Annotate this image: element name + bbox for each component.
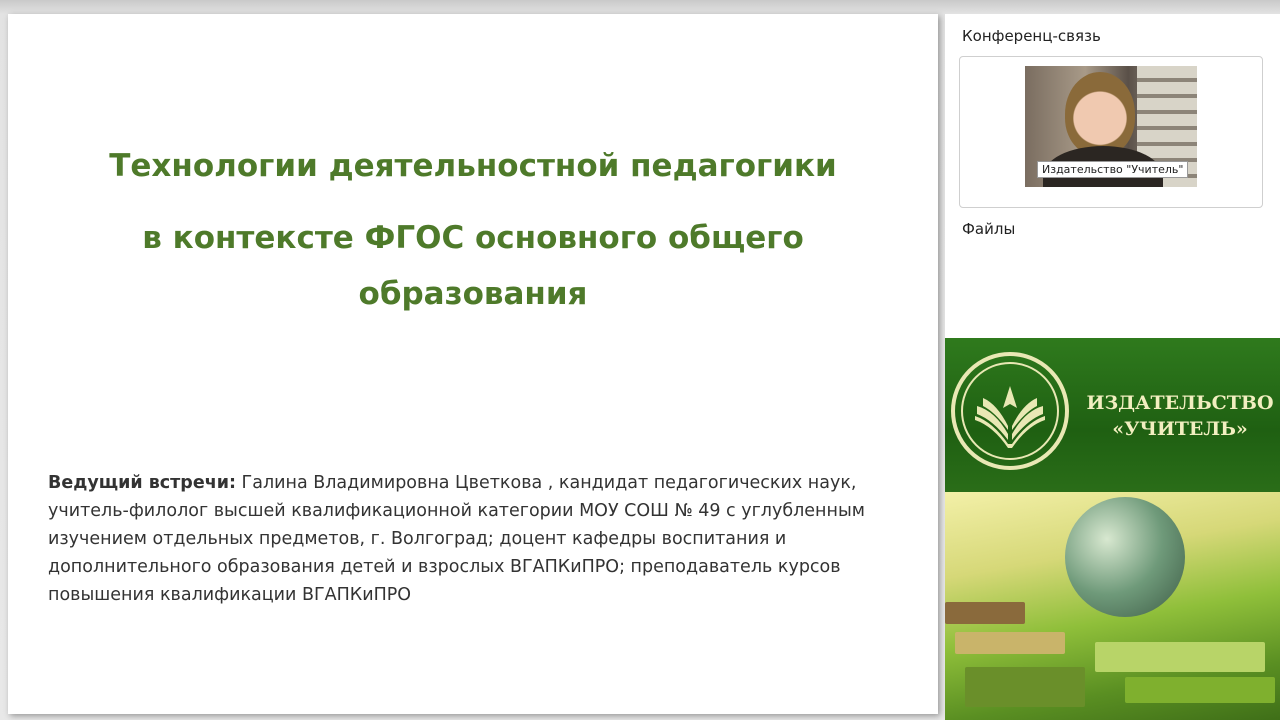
globe-image bbox=[1065, 497, 1185, 617]
book-image bbox=[945, 602, 1025, 624]
slide-title-line-2: в контексте ФГОС основного общего bbox=[142, 220, 804, 256]
video-person-head bbox=[1065, 72, 1135, 156]
publisher-name-line-1: ИЗДАТЕЛЬСТВО bbox=[1086, 392, 1274, 414]
book-image bbox=[1095, 642, 1265, 672]
webinar-window: Технологии деятельностной педагогики в к… bbox=[0, 0, 1280, 720]
webcam-video[interactable]: Издательство "Учитель" bbox=[1025, 66, 1197, 187]
book-image bbox=[1125, 677, 1275, 703]
slide-title-line-3: образования bbox=[358, 276, 588, 312]
book-image bbox=[955, 632, 1065, 654]
publisher-banner: ИЗДАТЕЛЬСТВО «УЧИТЕЛЬ» bbox=[945, 338, 1280, 492]
presenter-info: Ведущий встречи: Галина Владимировна Цве… bbox=[48, 469, 898, 609]
publisher-name-line-2: «УЧИТЕЛЬ» bbox=[1112, 418, 1248, 440]
presentation-slide: Технологии деятельностной педагогики в к… bbox=[8, 14, 938, 714]
video-caption: Издательство "Учитель" bbox=[1037, 161, 1189, 178]
side-panel: Конференц-связь Издательство "Учитель" Ф… bbox=[945, 14, 1280, 338]
presenter-label: Ведущий встречи: bbox=[48, 473, 236, 493]
conference-heading: Конференц-связь bbox=[962, 27, 1101, 45]
files-heading: Файлы bbox=[962, 220, 1016, 238]
slide-title-line-1: Технологии деятельностной педагогики bbox=[109, 148, 837, 184]
book-emblem-icon bbox=[975, 386, 1045, 448]
book-image bbox=[965, 667, 1085, 707]
conference-panel: Издательство "Учитель" bbox=[959, 56, 1263, 208]
publisher-logo-icon bbox=[951, 352, 1069, 470]
books-decoration bbox=[945, 492, 1280, 720]
